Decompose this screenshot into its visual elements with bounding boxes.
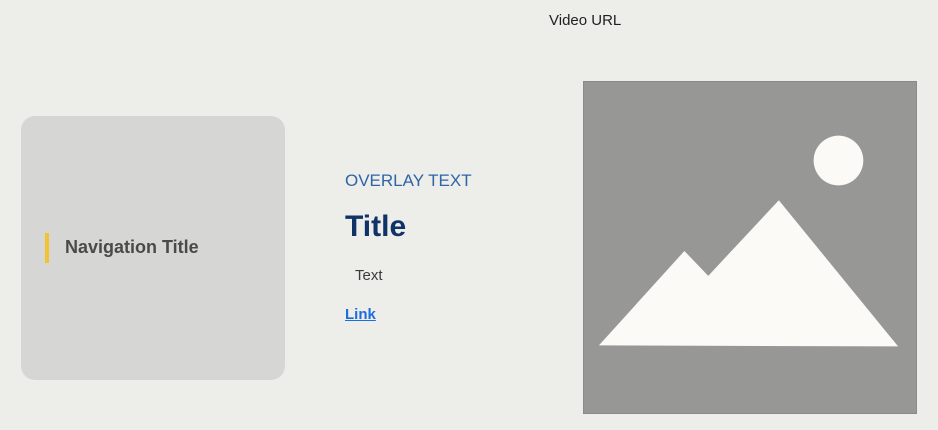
content-text: Text bbox=[355, 267, 383, 284]
navigation-card[interactable]: Navigation Title bbox=[21, 116, 285, 380]
overlay-text: OVERLAY TEXT bbox=[345, 171, 472, 190]
page: Video URL Navigation Title OVERLAY TEXT … bbox=[0, 0, 938, 430]
video-url-label: Video URL bbox=[549, 12, 622, 29]
navigation-accent-bar bbox=[45, 233, 49, 263]
image-placeholder-icon bbox=[598, 135, 899, 347]
navigation-title[interactable]: Navigation Title bbox=[65, 236, 199, 258]
sun-icon bbox=[813, 135, 864, 186]
mountain-icon bbox=[598, 200, 899, 347]
image-placeholder bbox=[583, 81, 917, 414]
content-link[interactable]: Link bbox=[345, 306, 376, 324]
content-title: Title bbox=[345, 210, 407, 243]
